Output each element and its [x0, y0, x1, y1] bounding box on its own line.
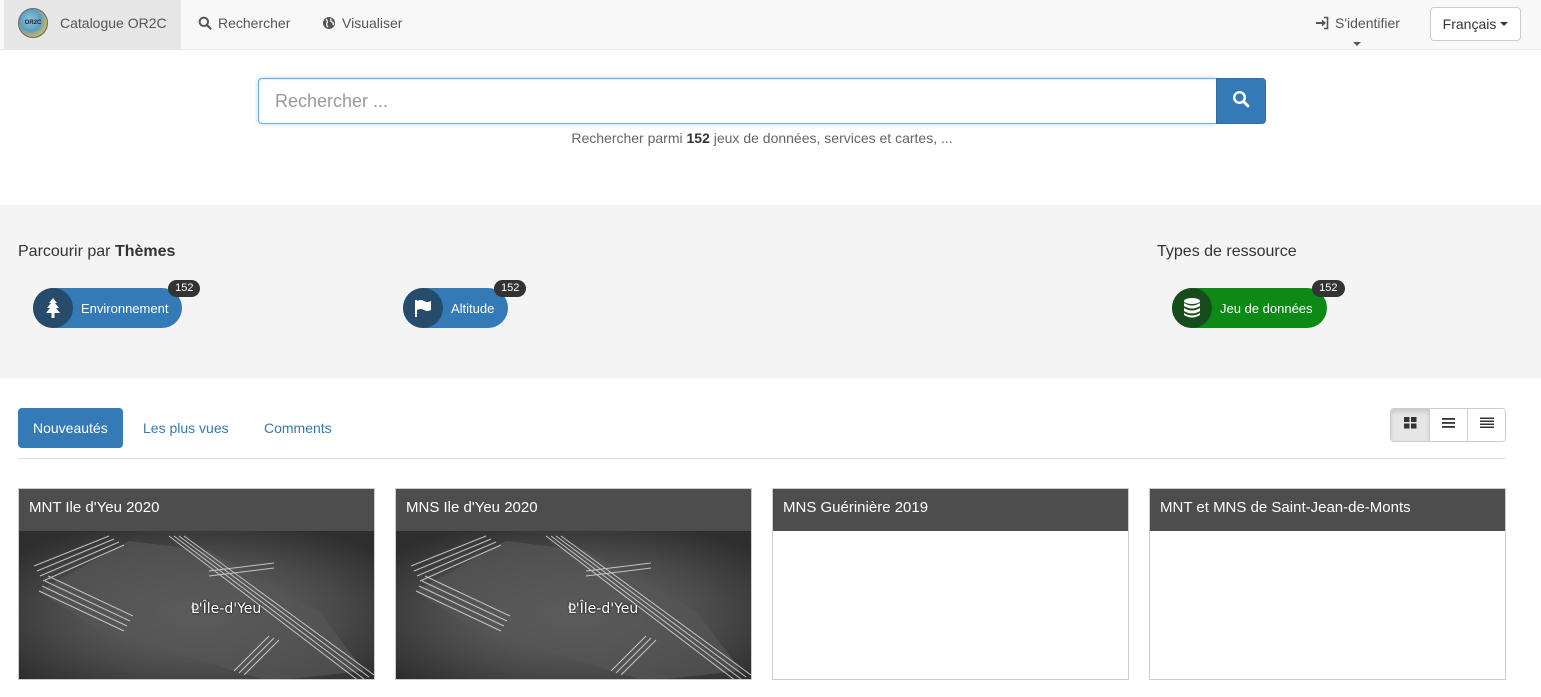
compact-list-view-icon	[1479, 416, 1494, 434]
count-badge: 152	[494, 280, 527, 297]
card-title[interactable]: MNT Ile d'Yeu 2020	[19, 489, 374, 531]
search-bar	[258, 78, 1266, 124]
card-title[interactable]: MNS Ile d'Yeu 2020	[396, 489, 751, 531]
theme-chip-environnement[interactable]: Environnement 152	[33, 280, 201, 328]
brand-label: Catalogue OR2C	[60, 15, 167, 31]
card-thumbnail[interactable]: L'Île-d'Yeu	[396, 531, 751, 679]
result-card[interactable]: MNT et MNS de Saint-Jean-de-Monts	[1149, 488, 1506, 680]
themes-heading-strong: Thèmes	[114, 243, 176, 260]
search-icon	[198, 16, 212, 30]
list-view-button[interactable]	[1429, 409, 1467, 441]
tab-comments[interactable]: Comments	[249, 408, 347, 448]
chevron-down-icon	[1353, 42, 1361, 46]
signin-link[interactable]: S'identifier	[1315, 15, 1400, 31]
nav-visualize-link[interactable]: Visualiser	[322, 15, 402, 31]
theme-label: Environnement	[81, 300, 169, 316]
browse-section: Parcourir par Thèmes Types de ressource …	[0, 205, 1541, 378]
globe-icon	[322, 16, 336, 30]
tab-nouveautes[interactable]: Nouveautés	[18, 408, 123, 448]
search-hint: Rechercher parmi 152 jeux de données, se…	[0, 130, 1524, 146]
navbar: OR2C Catalogue OR2C Rechercher Visualise…	[0, 0, 1541, 50]
map-label: L'Île-d'Yeu	[191, 601, 262, 617]
search-hint-suffix: jeux de données, services et cartes, ...	[713, 130, 953, 146]
card-title[interactable]: MNS Guérinière 2019	[773, 489, 1128, 531]
view-mode-toggle	[1390, 408, 1506, 442]
list-view-icon	[1442, 416, 1455, 434]
brand-link[interactable]: OR2C Catalogue OR2C	[4, 0, 181, 49]
nav-search-link[interactable]: Rechercher	[198, 15, 290, 31]
grid-view-icon	[1403, 416, 1417, 434]
search-submit-button[interactable]	[1216, 78, 1266, 124]
map-label: L'Île-d'Yeu	[568, 601, 639, 617]
card-empty-thumbnail	[1150, 531, 1505, 679]
signin-label: S'identifier	[1335, 15, 1400, 31]
search-hint-prefix: Rechercher parmi	[571, 130, 683, 146]
caret-down-icon	[1500, 22, 1509, 26]
result-card[interactable]: MNS Ile d'Yeu 2020 L'Île-d'Yeu	[395, 488, 752, 680]
search-input[interactable]	[258, 78, 1216, 124]
database-icon	[1172, 288, 1212, 328]
themes-heading-prefix: Parcourir par	[18, 243, 111, 260]
or2c-logo: OR2C	[18, 8, 48, 38]
nav-search-label: Rechercher	[218, 15, 291, 31]
results-tabs: Nouveautés Les plus vues Comments	[18, 408, 1506, 459]
tree-icon	[33, 288, 73, 328]
result-card[interactable]: MNT Ile d'Yeu 2020 L'Île-d'Yeu	[18, 488, 375, 680]
compact-list-view-button[interactable]	[1467, 409, 1505, 441]
theme-chip-altitude[interactable]: Altitude 152	[403, 280, 527, 328]
tab-les-plus-vues[interactable]: Les plus vues	[128, 408, 244, 448]
search-icon	[1232, 90, 1250, 113]
flag-icon	[403, 288, 443, 328]
search-hint-count: 152	[686, 130, 710, 146]
resource-types-heading: Types de ressource	[1157, 243, 1297, 260]
nav-visualize-label: Visualiser	[342, 15, 403, 31]
language-label: Français	[1442, 16, 1497, 32]
card-title[interactable]: MNT et MNS de Saint-Jean-de-Monts	[1150, 489, 1505, 531]
grid-view-button[interactable]	[1391, 409, 1429, 441]
resource-type-label: Jeu de données	[1220, 300, 1313, 316]
language-dropdown[interactable]: Français	[1430, 7, 1521, 41]
card-thumbnail[interactable]: L'Île-d'Yeu	[19, 531, 374, 679]
resource-type-chip-dataset[interactable]: Jeu de données 152	[1172, 280, 1345, 328]
card-empty-thumbnail	[773, 531, 1128, 679]
sign-in-icon	[1315, 16, 1329, 30]
count-badge: 152	[168, 280, 201, 297]
themes-heading: Parcourir par Thèmes	[18, 243, 175, 261]
count-badge: 152	[1312, 280, 1345, 297]
theme-label: Altitude	[451, 300, 495, 316]
result-card[interactable]: MNS Guérinière 2019	[772, 488, 1129, 680]
